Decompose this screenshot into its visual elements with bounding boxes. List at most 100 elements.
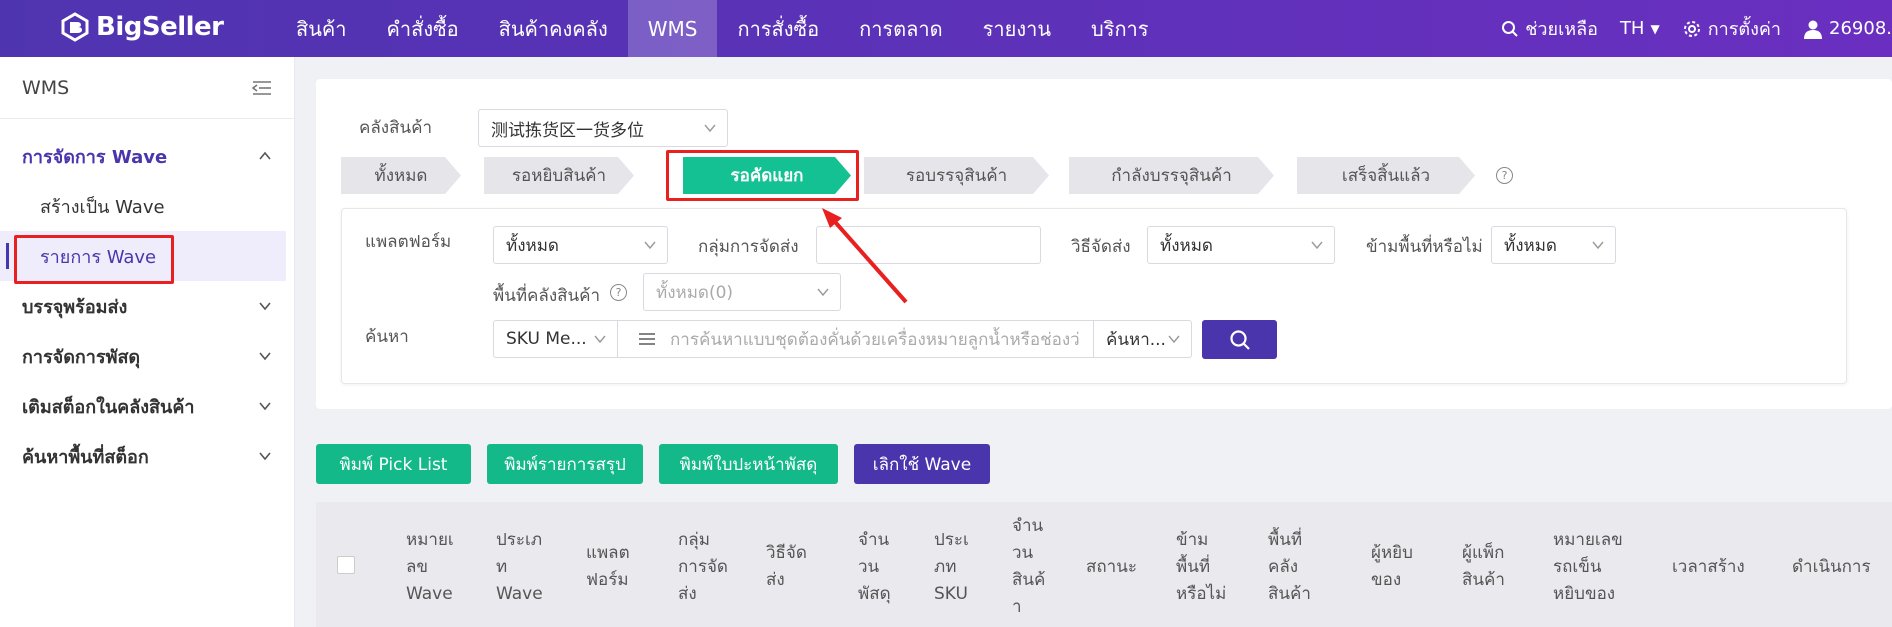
help-question-icon[interactable]: ? <box>610 284 627 301</box>
print-summary-button[interactable]: พิมพ์รายการสรุป <box>487 444 643 484</box>
step-pending-pack[interactable]: รอบรรจุสินค้า <box>864 157 1049 194</box>
sidebar-group-label: ค้นหาพื้นที่สต็อก <box>22 446 149 468</box>
column-header-line: หรือไม่ <box>1176 583 1227 604</box>
highlight-box-pending-sort <box>666 150 859 201</box>
column-header: ผู้หยิบ ของ <box>1371 540 1413 594</box>
column-header: จำน วน พัสดุ <box>858 527 891 608</box>
menu-item-marketing[interactable]: การตลาด <box>839 0 963 57</box>
sidebar-group-wave-management[interactable]: การจัดการ Wave <box>0 131 294 181</box>
user-name: 26908. <box>1829 18 1892 39</box>
column-header: จำน วน สินค้า <box>1012 513 1045 621</box>
column-header-line: เวลาสร้าง <box>1672 556 1745 577</box>
search-mode-value: ค้นหา... <box>1106 329 1166 350</box>
sidebar-group-replenishment[interactable]: เติมสต็อกในคลังสินค้า <box>0 381 294 431</box>
step-packing[interactable]: กำลังบรรจุสินค้า <box>1069 157 1274 194</box>
column-header-line: พื้นที่ <box>1268 529 1303 550</box>
language-select[interactable]: TH ▼ <box>1620 18 1660 39</box>
column-header-line: รถเข็น <box>1553 556 1602 577</box>
sidebar-group-label: เติมสต็อกในคลังสินค้า <box>22 396 195 418</box>
menu-item-orders[interactable]: คำสั่งซื้อ <box>367 0 479 57</box>
column-header-line: คลัง <box>1268 556 1299 577</box>
column-header-line: ลข <box>406 556 429 577</box>
column-header-line: ดำเนินการ <box>1792 556 1871 577</box>
user-menu[interactable]: 26908. <box>1803 18 1892 39</box>
settings-link[interactable]: การตั้งค่า <box>1682 14 1781 43</box>
column-header: สถานะ <box>1086 554 1137 581</box>
shipping-method-value: ทั้งหมด <box>1160 235 1213 256</box>
column-header-line: สินค้า <box>1462 570 1505 590</box>
platform-select[interactable]: ทั้งหมด <box>493 226 668 264</box>
column-header-line: ท <box>496 556 508 577</box>
menu-item-purchase[interactable]: การสั่งซื้อ <box>717 0 839 57</box>
search-input[interactable]: การค้นหาแบบชุดต้องคั่นด้วยเครื่องหมายลูก… <box>617 320 1094 358</box>
sidebar-group-packing[interactable]: บรรจุพร้อมส่ง <box>0 281 294 331</box>
chevron-down-icon <box>259 452 271 461</box>
sidebar-group-label: การจัดการพัสดุ <box>22 346 141 368</box>
bigseller-logo-icon <box>61 12 89 42</box>
step-all[interactable]: ทั้งหมด <box>341 157 461 194</box>
column-header-line: ส่ง <box>678 583 697 604</box>
column-header-line: หมายเลข <box>1553 529 1623 550</box>
column-header-line: ส่ง <box>766 570 785 590</box>
column-header: ดำเนินการ <box>1792 554 1871 581</box>
column-header-line: จำน <box>858 529 890 550</box>
sidebar-group-stock-location-search[interactable]: ค้นหาพื้นที่สต็อก <box>0 431 294 481</box>
column-header-line: วน <box>1012 543 1034 563</box>
select-all-checkbox[interactable] <box>337 556 355 574</box>
shipping-method-select[interactable]: ทั้งหมด <box>1147 226 1335 264</box>
skip-area-select[interactable]: ทั้งหมด <box>1491 226 1616 264</box>
platform-label: แพลตฟอร์ม <box>365 232 452 252</box>
cancel-wave-button[interactable]: เลิกใช้ Wave <box>854 444 990 484</box>
chevron-down-icon <box>594 335 606 344</box>
column-header: หมายเ ลข Wave <box>406 527 454 608</box>
step-pending-pick[interactable]: รอหยิบสินค้า <box>484 157 634 194</box>
column-header-line: Wave <box>496 583 543 604</box>
menu-item-services[interactable]: บริการ <box>1071 0 1169 57</box>
warehouse-select[interactable]: 测试拣货区一货多位 <box>478 109 728 147</box>
help-link[interactable]: ช่วยเหลือ <box>1501 14 1598 43</box>
sidebar-item-label: สร้างเป็น Wave <box>40 196 165 218</box>
search-button[interactable] <box>1202 320 1277 359</box>
menu-item-wms[interactable]: WMS <box>627 0 718 57</box>
warehouse-label: คลังสินค้า <box>359 118 433 138</box>
shipping-group-label: กลุ่มการจัดส่ง <box>698 237 799 257</box>
menu-item-reports[interactable]: รายงาน <box>963 0 1071 57</box>
column-header: ประเภท Wave <box>496 527 543 608</box>
search-type-value: SKU Me... <box>506 329 587 349</box>
column-header-line: หยิบของ <box>1553 583 1616 604</box>
collapse-menu-icon[interactable] <box>252 80 272 96</box>
print-shipping-label-button[interactable]: พิมพ์ใบปะหน้าพัสดุ <box>659 444 838 484</box>
skip-area-value: ทั้งหมด <box>1504 235 1557 256</box>
chevron-down-icon <box>1311 241 1323 250</box>
print-pick-list-button[interactable]: พิมพ์ Pick List <box>316 444 471 484</box>
top-nav: BigSeller สินค้า คำสั่งซื้อ สินค้าคงคลัง… <box>0 0 1892 57</box>
chevron-down-icon <box>259 352 271 361</box>
search-placeholder: การค้นหาแบบชุดต้องคั่นด้วยเครื่องหมายลูก… <box>670 329 1080 350</box>
warehouse-value: 测试拣货区一货多位 <box>491 120 644 141</box>
sidebar-group-parcel-management[interactable]: การจัดการพัสดุ <box>0 331 294 381</box>
step-completed[interactable]: เสร็จสิ้นแล้ว <box>1297 157 1475 194</box>
sidebar-title: WMS <box>22 76 70 99</box>
menu-item-products[interactable]: สินค้า <box>276 0 367 57</box>
sidebar-group-label: บรรจุพร้อมส่ง <box>22 296 128 318</box>
nav-right: ช่วยเหลือ TH ▼ การตั้งค่า 26908. <box>1501 0 1892 57</box>
chevron-down-icon <box>259 302 271 311</box>
column-header: พื้นที่ คลัง สินค้า <box>1268 527 1311 608</box>
search-icon <box>1502 20 1518 37</box>
skip-area-label: ข้ามพื้นที่หรือไม่ <box>1366 237 1483 257</box>
chevron-up-icon <box>259 151 271 160</box>
column-header: ข้าม พื้นที่ หรือไม่ <box>1176 527 1226 608</box>
help-question-icon[interactable]: ? <box>1496 167 1513 184</box>
column-header-line: พัสดุ <box>858 583 891 604</box>
sidebar-item-create-wave[interactable]: สร้างเป็น Wave <box>0 181 294 231</box>
search-label: ค้นหา <box>365 327 409 347</box>
chevron-down-icon <box>1592 241 1604 250</box>
column-header-line: ผู้แพ็ก <box>1462 543 1505 563</box>
search-mode-select[interactable]: ค้นหา... <box>1093 320 1192 358</box>
sidebar-header: WMS <box>0 57 294 119</box>
bigseller-logo[interactable]: BigSeller <box>60 12 224 42</box>
search-type-select[interactable]: SKU Me... <box>493 320 618 358</box>
column-header: แพลต ฟอร์ม <box>586 540 630 594</box>
sidebar: WMS การจัดการ Wave สร้างเป็น Wave รายการ… <box>0 57 295 627</box>
menu-item-inventory[interactable]: สินค้าคงคลัง <box>479 0 628 57</box>
